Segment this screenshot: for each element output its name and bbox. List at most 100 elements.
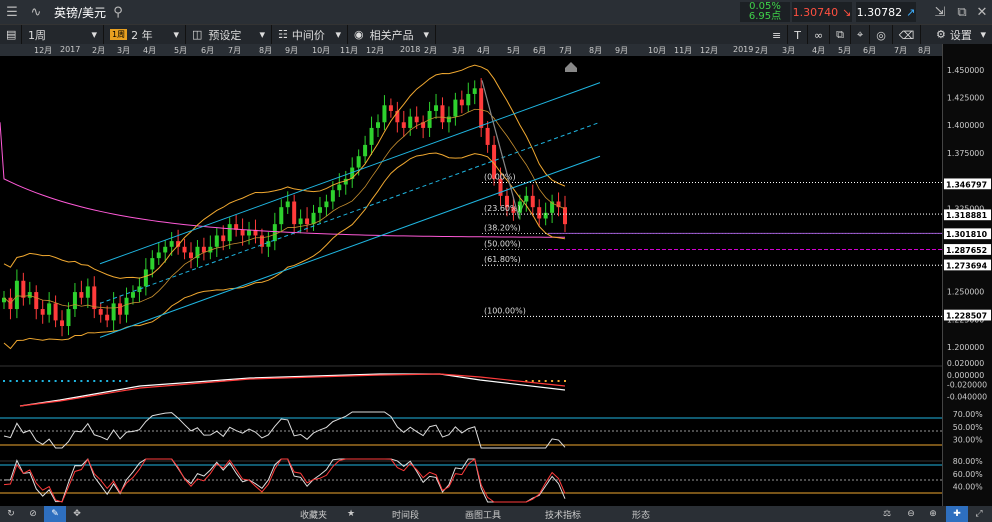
alert-icon[interactable] [565, 62, 577, 72]
tab-timeframe[interactable]: 时间段 [392, 506, 419, 522]
date-label: 11月 [674, 46, 693, 55]
candle-body [324, 201, 329, 208]
price-tick-label: 1.450000 [947, 66, 984, 75]
price-marker-label: 1.346797 [946, 180, 987, 189]
settings-button[interactable]: ⚙ 设置 ▾ [930, 25, 992, 45]
star-icon[interactable]: ★ [347, 509, 355, 519]
candle-body [414, 116, 419, 123]
buy-button[interactable]: 1.30782 ↗ [856, 2, 916, 22]
price-mode-select[interactable]: ☷ 中间价 ▾ [272, 24, 348, 45]
date-label: 8月 [918, 46, 932, 55]
instrument-title: 英镑/美元 [54, 5, 107, 20]
tab-patterns[interactable]: 形态 [632, 506, 650, 522]
tab-patterns-label: 形态 [632, 510, 651, 521]
candle-body [317, 207, 322, 213]
chart-line-icon[interactable]: ∿ [24, 0, 48, 24]
macd-histogram-bar [112, 380, 115, 382]
level-icon[interactable]: ⚖ [876, 506, 898, 522]
macd-histogram-bar [80, 380, 83, 382]
date-label: 6月 [863, 46, 877, 55]
preset-select[interactable]: ◫ 预设定 ▾ [186, 24, 272, 45]
menu-icon[interactable]: ☰ [0, 0, 24, 24]
tab-indicators[interactable]: 技术指标 [545, 506, 581, 522]
chart-plot[interactable]: (0.00%)(23.60%)(38.20%)(50.00%)(61.80%)(… [0, 56, 942, 506]
candle-body [221, 235, 226, 242]
disable-icon[interactable]: ⊘ [22, 506, 44, 522]
candle-body [382, 105, 387, 123]
zoom-in-icon[interactable]: ⊕ [922, 506, 944, 522]
candle-body [279, 207, 284, 225]
candle-body [408, 116, 413, 128]
date-label: 2019 [733, 45, 754, 54]
macd-signal [19, 373, 566, 407]
refresh-icon[interactable]: ↻ [0, 506, 22, 522]
date-label: 4月 [143, 46, 157, 55]
candle-body [337, 184, 342, 191]
candle-body [227, 224, 232, 242]
tab-drawing[interactable]: 画图工具 [465, 506, 501, 522]
candle-body [285, 201, 290, 208]
price-tick-label: 1.425000 [947, 94, 984, 103]
candle-body [485, 127, 490, 145]
date-label: 6月 [201, 46, 215, 55]
tab-favorites-label: 收藏夹 [300, 510, 328, 521]
chevron-down-icon: ▾ [259, 28, 265, 41]
layers-icon[interactable]: ≡ [766, 25, 789, 45]
candle-body [466, 93, 471, 106]
period-select[interactable]: 1周 ▾ [22, 24, 104, 45]
candle-body [563, 207, 567, 225]
fib-label: (38.20%) [484, 223, 521, 232]
related-select[interactable]: ◉ 相关产品 ▾ [348, 24, 436, 45]
sell-price: 1.30740 [792, 5, 839, 19]
crosshair-toggle-icon[interactable]: ✚ [946, 506, 968, 522]
zoom-out-icon[interactable]: ⊖ [900, 506, 922, 522]
tab-favorites[interactable]: 收藏夹 ★ [300, 506, 355, 522]
list-icon[interactable]: ▤ [0, 24, 22, 45]
candle-body [27, 292, 32, 298]
candle-body [79, 292, 84, 298]
date-label: 5月 [838, 46, 852, 55]
macd-tick-label: 0.000000 [947, 371, 984, 380]
candle-body [163, 246, 168, 253]
shrink-icon[interactable]: ⇲ [928, 0, 952, 24]
macd-histogram-bar [48, 380, 51, 382]
top-bar: ☰ ∿ 英镑/美元 ⚲ 0.05% 6.95点 1.30740 ↘ 1.30782… [0, 0, 992, 24]
candle-body [453, 99, 458, 117]
candle-body [98, 309, 103, 315]
macd-pane [3, 373, 566, 407]
chevron-down-icon: ▾ [173, 28, 179, 41]
tab-drawing-label: 画图工具 [465, 510, 502, 521]
fit-icon[interactable]: ⤢ [968, 506, 990, 522]
candle-body [369, 127, 374, 145]
search-icon[interactable]: ⚲ [106, 0, 130, 24]
macd-tick-label: -0.040000 [947, 392, 987, 401]
range-select[interactable]: 1周 2 年 ▾ [104, 24, 186, 45]
indicator-icon[interactable]: ∞ [808, 25, 831, 45]
macd-histogram-bar [119, 380, 122, 382]
close-icon[interactable]: ✕ [970, 0, 992, 24]
macd-histogram-bar [73, 380, 76, 382]
candle-body [105, 314, 110, 321]
candle-body [272, 224, 277, 242]
text-tool-icon[interactable]: T [788, 25, 808, 45]
chevron-down-icon: ▾ [335, 28, 341, 41]
date-label: 8月 [259, 46, 273, 55]
columns-icon: ☷ [278, 28, 288, 41]
target-icon[interactable]: ◎ [870, 25, 893, 45]
crosshair-icon[interactable]: ⌖ [851, 25, 871, 45]
date-label: 2月 [424, 46, 438, 55]
copy-icon[interactable]: ⧉ [830, 25, 851, 45]
magnet-icon[interactable]: ✥ [66, 506, 88, 522]
candle-body [111, 303, 116, 321]
pencil-icon[interactable]: ✎ [44, 506, 66, 522]
eraser-icon[interactable]: ⌫ [893, 25, 922, 45]
candle-body [434, 105, 439, 111]
candle-body [156, 252, 161, 259]
candle-body [530, 195, 535, 208]
candle-body [472, 88, 477, 94]
sell-button[interactable]: 1.30740 ↘ [792, 2, 852, 22]
date-label: 12月 [700, 46, 719, 55]
macd-histogram-bar [15, 380, 18, 382]
candle-body [60, 320, 65, 327]
candle-body [311, 212, 316, 225]
